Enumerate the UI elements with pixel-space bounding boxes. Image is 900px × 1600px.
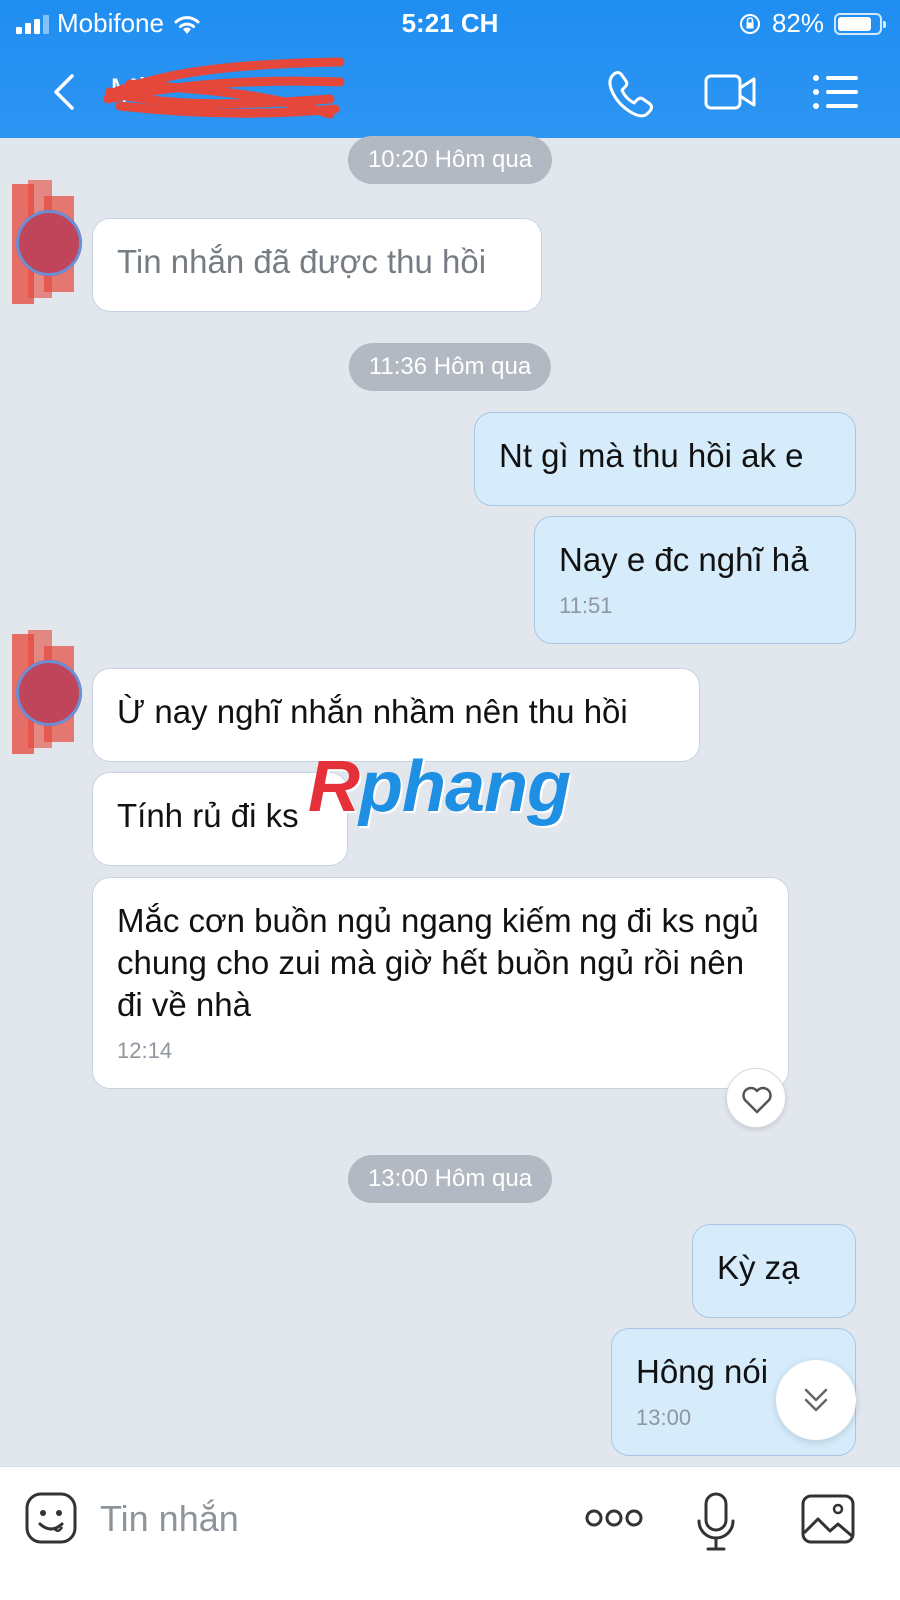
chat-header: Mi... [0,46,900,138]
message-text: Nt gì mà thu hồi ak e [499,437,804,474]
video-call-icon[interactable] [702,66,758,118]
back-icon[interactable] [44,70,84,114]
message-text: Nay e đc nghĩ hả [559,541,809,578]
message-input-bar [0,1466,900,1600]
message-bubble[interactable]: Nt gì mà thu hồi ak e [474,412,856,506]
battery-percent: 82% [771,8,824,38]
menu-icon[interactable] [808,66,864,118]
message-time: 12:14 [117,1038,173,1063]
message-time: 11:51 [559,593,613,618]
battery-level [838,16,871,31]
message-bubble[interactable]: Tin nhắn đã được thu hồi [92,218,542,312]
message-text: Tính rủ đi ks [117,797,299,834]
time-separator: 11:36 Hôm qua [348,343,552,391]
redaction-scribble [103,57,345,119]
message-text: Tin nhắn đã được thu hồi [117,243,487,280]
avatar[interactable] [16,660,82,726]
time-separator: 10:20 Hôm qua [347,136,553,184]
react-heart-button[interactable] [726,1068,786,1128]
message-text: Ừ nay nghĩ nhắn nhầm nên thu hồi [117,693,628,730]
orientation-lock-icon [739,13,760,34]
more-icon[interactable] [584,1503,644,1533]
time-separator: 13:00 Hôm qua [347,1155,553,1203]
phone-icon[interactable] [602,66,658,118]
scroll-to-bottom-button[interactable] [776,1360,856,1440]
message-text: Mắc cơn buồn ngủ ngang kiếm ng đi ks ngủ… [117,902,759,1023]
battery-info: 82% [738,8,886,39]
microphone-icon[interactable] [694,1491,738,1553]
message-text: Hông nói [636,1353,769,1390]
avatar[interactable] [16,210,82,276]
message-bubble[interactable]: Nay e đc nghĩ hả 11:51 [534,516,856,644]
battery-icon [834,12,886,35]
image-icon[interactable] [800,1493,856,1545]
top-bar: Mobifone 5:21 CH 82% Mi... [0,0,900,138]
message-bubble[interactable]: Mắc cơn buồn ngủ ngang kiếm ng đi ks ngủ… [92,877,789,1089]
heart-icon [742,1086,772,1114]
message-text: Kỳ zạ [717,1249,800,1286]
message-bubble[interactable]: Kỳ zạ [692,1224,856,1318]
emoji-icon[interactable] [24,1491,78,1545]
double-chevron-down-icon [804,1388,828,1412]
message-input[interactable] [100,1493,560,1545]
watermark: Rphang [308,747,571,827]
status-bar: Mobifone 5:21 CH 82% [0,0,900,46]
